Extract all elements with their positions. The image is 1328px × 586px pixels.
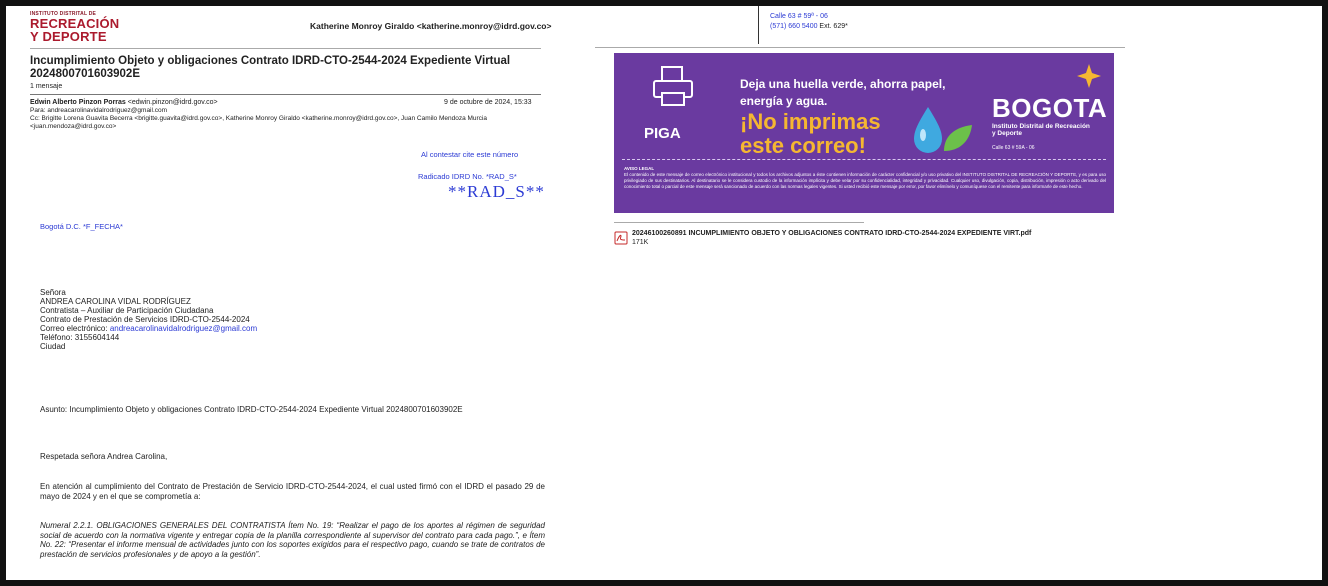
sender-line: Edwin Alberto Pinzon Porras <edwin.pinzo… [30,99,218,106]
recipient-block: Señora ANDREA CAROLINA VIDAL RODRÍGUEZ C… [40,288,258,351]
radicado-code: **RAD_S** [448,182,545,201]
salutation: Respetada señora Andrea Carolina, [40,452,168,461]
attachment-size: 171K [632,239,649,246]
letter-subject: Asunto: Incumplimiento Objeto y obligaci… [40,405,463,414]
sparkle-icon [1077,64,1101,88]
idrd-logo: INSTITUTO DISTRITAL DE RECREACIÓN Y DEPO… [30,11,120,44]
recipients: Para: andreacarolinavidalrodriguez@gmail… [30,107,545,131]
message-count: 1 mensaje [30,83,63,90]
legal-notice-text: El contenido de este mensaje de correo e… [624,172,1106,190]
window-frame-right [1322,0,1328,586]
cc-line: Cc: Brigitte Lorena Guavita Becerra <bri… [30,115,487,130]
attachment-link[interactable]: 20246100260891 INCUMPLIMIENTO OBJETO Y O… [632,230,1031,237]
radicado-label: Radicado IDRD No. *RAD_S* [418,172,517,181]
window-frame-top [0,0,1328,6]
letter-paragraph: En atención al cumplimiento del Contrato… [40,482,545,501]
legal-notice-title: AVISO LEGAL [624,166,655,171]
account-from: Katherine Monroy Giraldo <katherine.monr… [310,21,552,31]
email-subject: Incumplimiento Objeto y obligaciones Con… [30,55,511,80]
email-date: 9 de octubre de 2024, 15:33 [444,99,532,106]
divider [30,48,541,49]
place-date: Bogotá D.C. *F_FECHA* [40,222,123,231]
window-frame-bottom [0,580,1328,586]
bogota-logo: BOGOTA [992,93,1108,123]
pdf-icon [614,231,628,245]
divider [30,94,541,95]
water-drop-icon [914,107,972,153]
divider-vertical [758,6,759,44]
no-print-banner: PIGA Deja una huella verde, ahorra papel… [614,53,1114,213]
signature-address: Calle 63 # 59ª - 06 (571) 660 5400 Ext. … [770,13,848,30]
letter-paragraph-quote: Numeral 2.2.1. OBLIGACIONES GENERALES DE… [40,521,545,559]
to-line: Para: andreacarolinavidalrodriguez@gmail… [30,107,168,114]
divider [614,222,864,223]
window-frame-left [0,0,6,586]
cite-number-note: Al contestar cite este número [421,150,519,159]
sender-email: <edwin.pinzon@idrd.gov.co> [127,99,218,106]
recipient-email-link[interactable]: andreacarolinavidalrodriguez@gmail.com [110,324,257,333]
divider [595,47,1125,48]
divider-dashed [622,159,1106,160]
sender-name: Edwin Alberto Pinzon Porras [30,99,126,106]
piga-logo: PIGA [644,125,681,142]
printer-icon [653,66,693,106]
